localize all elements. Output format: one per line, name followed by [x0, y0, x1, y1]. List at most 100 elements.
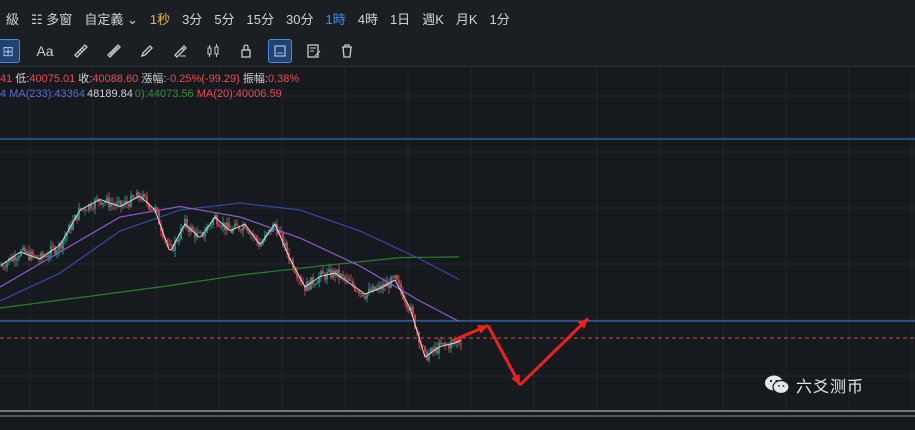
candle-body [22, 247, 24, 251]
tab-level[interactable]: 級 [0, 9, 25, 28]
candle-body [364, 296, 366, 299]
low-value: 40075.01 [29, 73, 76, 85]
candle-body [322, 271, 324, 274]
ruler-icon [74, 44, 88, 58]
candle-body [46, 256, 48, 258]
add-tool-button[interactable]: ⊞ [0, 39, 20, 63]
brush-icon [174, 45, 187, 58]
candle-body [344, 276, 346, 280]
candle-body [440, 342, 442, 345]
chevron-down-icon: ⌄ [123, 11, 138, 27]
text-icon: Aa [36, 43, 54, 59]
tab-1w[interactable]: 週K [416, 9, 450, 28]
candle-body [328, 269, 330, 272]
candle-body [424, 346, 426, 352]
brush-tool-button[interactable] [169, 40, 191, 62]
multi-window-button[interactable]: ☷ 多窗 [25, 9, 78, 28]
ma-legend: 4 MA(233):43364 48189.84 0):44073.56 MA(20… [0, 88, 282, 100]
candle-body [14, 256, 16, 261]
candle-body [32, 251, 34, 256]
candle-body [104, 201, 106, 203]
candle-body [34, 255, 36, 257]
measure-tool-button[interactable] [103, 40, 125, 62]
candle-body [96, 198, 98, 200]
candles-icon [207, 44, 219, 57]
change-label: 漲幅: [141, 73, 167, 85]
candle-body [246, 228, 248, 231]
candle-body [16, 258, 18, 261]
candle-body [412, 306, 414, 315]
low-label: 低: [15, 73, 30, 85]
lock-tool-button[interactable] [235, 40, 257, 62]
candle-body [84, 208, 86, 211]
custom-interval-dropdown[interactable]: 自定義 ⌄ [78, 9, 144, 28]
ruler-tool-button[interactable] [70, 40, 92, 62]
candle-body [218, 224, 220, 227]
projection-arrow-3 [518, 317, 590, 387]
candle-body [4, 266, 6, 268]
tab-15m[interactable]: 15分 [241, 9, 280, 28]
tab-3m[interactable]: 3分 [176, 9, 208, 28]
candle-body [316, 283, 318, 285]
candle-body [220, 226, 222, 228]
candle-body [100, 201, 102, 205]
tab-1d[interactable]: 1日 [384, 9, 416, 28]
candle-body [132, 195, 134, 198]
candle-body [308, 281, 310, 290]
candle-body [396, 275, 398, 281]
amplitude-label: 振幅: [242, 73, 268, 85]
text-tool-button[interactable]: Aa [31, 40, 59, 62]
change-value: -0.25%(-99.29) [166, 73, 240, 85]
candle-body [254, 235, 256, 237]
window-icon: ☷ [31, 11, 43, 27]
candle-body [48, 255, 50, 258]
edit-list-icon [307, 44, 321, 58]
candle-body [358, 291, 360, 294]
wechat-icon [765, 375, 790, 395]
candle-body [460, 343, 462, 345]
candle-body [144, 194, 146, 197]
tab-4h[interactable]: 4時 [352, 9, 384, 28]
high-price-tag: 48189.84 [85, 88, 135, 100]
candle-body [394, 275, 396, 278]
candle-body [94, 199, 96, 209]
candle-body [422, 345, 424, 347]
candle-body [350, 280, 352, 282]
timeframe-bar: 級 ☷ 多窗 自定義 ⌄ 1秒 3分 5分 15分 30分 1時 4時 1日 週… [0, 0, 915, 37]
edit-list-tool-button[interactable] [303, 40, 325, 62]
trash-icon [342, 44, 352, 58]
chart-grid [0, 68, 915, 410]
candle-body [378, 285, 380, 288]
candle-body [444, 342, 446, 345]
candle-body [314, 284, 316, 286]
candle-body [360, 292, 362, 294]
prefix-value: 41 [0, 73, 13, 85]
candle-body [398, 280, 400, 284]
candle-body [326, 271, 328, 280]
magnet-tool-button[interactable] [268, 39, 292, 63]
candle-body [210, 224, 212, 226]
delete-tool-button[interactable] [336, 40, 358, 62]
candle-body [198, 232, 200, 234]
tab-1h[interactable]: 1時 [319, 9, 351, 28]
candle-body [92, 208, 94, 210]
candle-body [0, 265, 2, 267]
tab-30m[interactable]: 30分 [280, 9, 319, 28]
tab-1mo[interactable]: 月K [450, 9, 484, 28]
candle-body [52, 246, 54, 248]
candle-body [260, 244, 262, 247]
candles-tool-button[interactable] [202, 40, 224, 62]
watermark-text: 六爻测币 [796, 379, 865, 396]
candle-body [170, 244, 172, 246]
pencil-tool-button[interactable] [136, 40, 158, 62]
candle-body [24, 247, 26, 254]
tab-5m[interactable]: 5分 [208, 9, 240, 28]
candle-body [18, 256, 20, 259]
tab-1m[interactable]: 1分 [484, 9, 516, 28]
tab-1s[interactable]: 1秒 [144, 9, 176, 28]
candle-body [348, 278, 350, 281]
candle-body [2, 265, 4, 267]
candle-body [392, 276, 394, 278]
candle-body [118, 200, 120, 203]
candle-body [192, 226, 194, 231]
